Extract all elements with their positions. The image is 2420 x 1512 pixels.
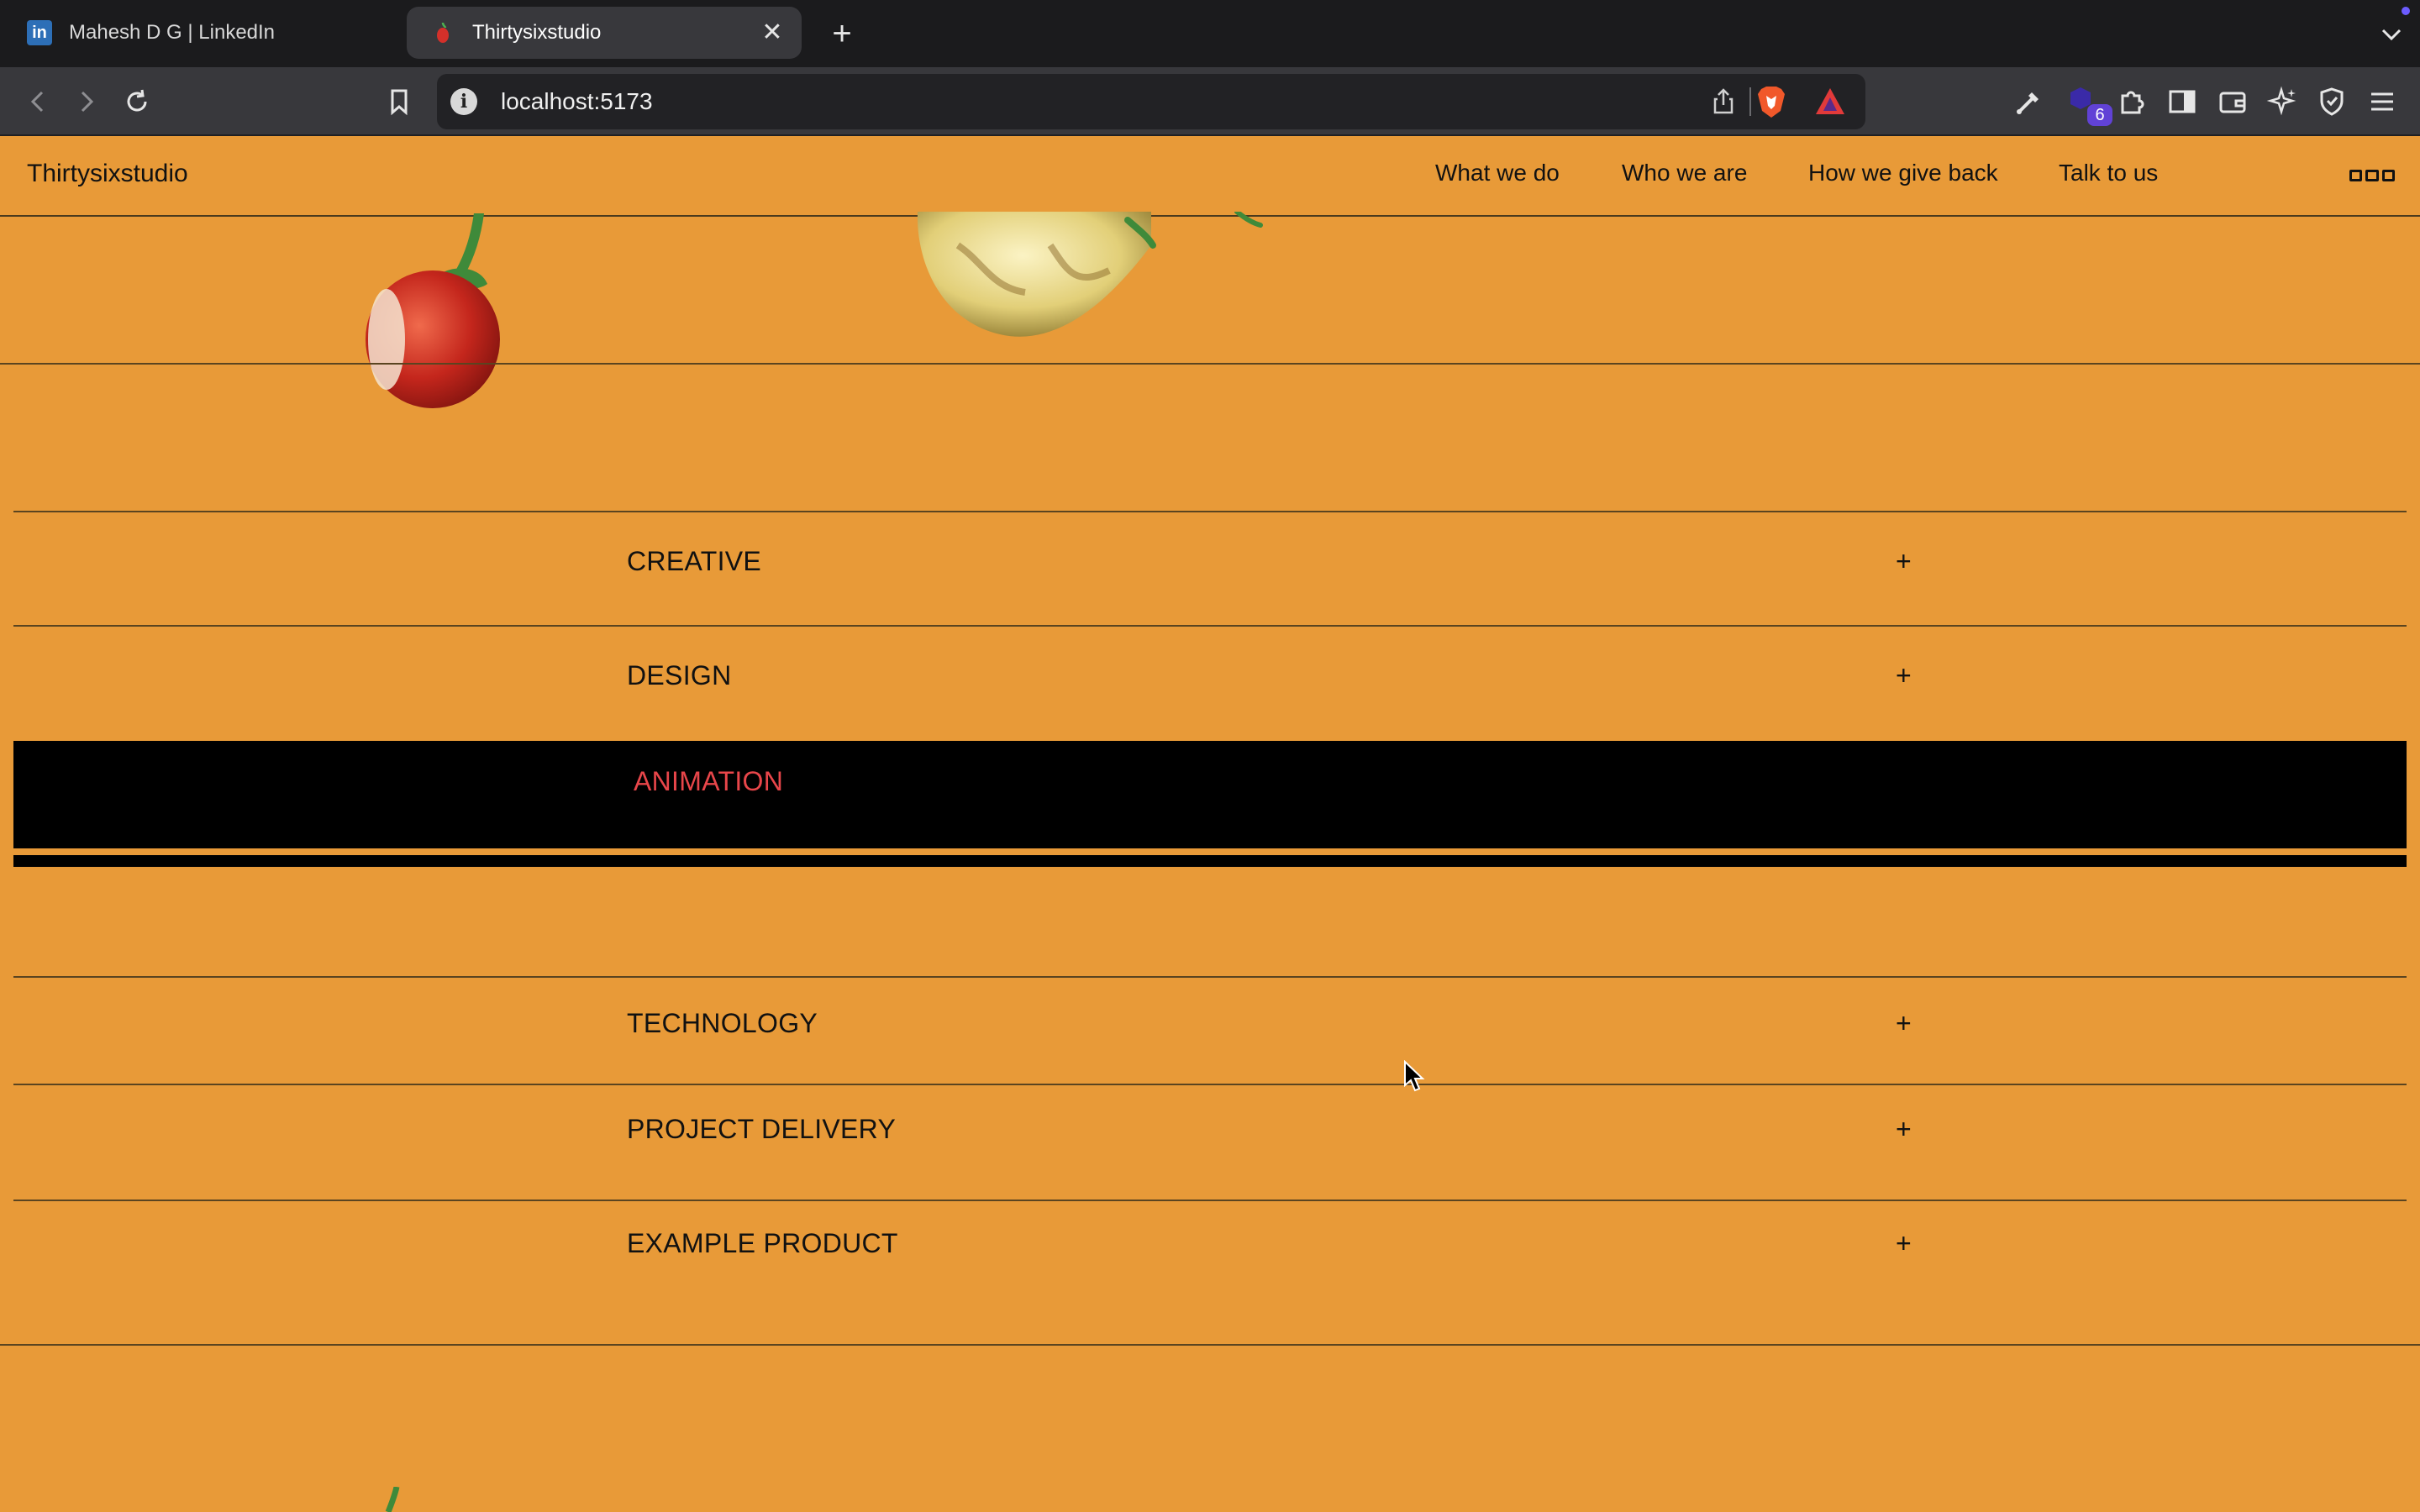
chili-icon xyxy=(430,20,455,45)
accordion-label: EXAMPLE PRODUCT xyxy=(627,1228,898,1258)
grid-line xyxy=(0,363,2420,365)
new-tab-button[interactable]: + xyxy=(823,15,860,52)
accordion-item-creative[interactable]: CREATIVE + xyxy=(13,512,2407,625)
accordion-label: CREATIVE xyxy=(627,546,762,576)
accordion-item-animation[interactable]: ANIMATION xyxy=(13,741,2407,848)
accordion-item-design[interactable]: DESIGN + xyxy=(13,627,2407,741)
address-bar[interactable]: i localhost:5173 xyxy=(437,74,1865,129)
expand-plus-icon[interactable]: + xyxy=(1896,546,1912,577)
tab-linkedin[interactable]: in Mahesh D G | LinkedIn xyxy=(12,7,398,59)
browser-toolbar: i localhost:5173 6 xyxy=(0,67,2420,136)
notification-dot xyxy=(2402,7,2410,15)
nav-how-we-give-back[interactable]: How we give back xyxy=(1808,160,1998,186)
back-icon[interactable] xyxy=(18,82,57,121)
expand-plus-icon[interactable]: + xyxy=(1896,1114,1912,1145)
site-logo[interactable]: Thirtysixstudio xyxy=(27,160,188,188)
wallet-icon[interactable] xyxy=(2213,82,2252,121)
tab-title: Mahesh D G | LinkedIn xyxy=(69,21,276,44)
red-pepper-illustration xyxy=(366,213,500,408)
nav-who-we-are[interactable]: Who we are xyxy=(1622,160,1747,186)
accordion-item-technology[interactable]: TECHNOLOGY + xyxy=(13,978,2407,1084)
tab-title: Thirtysixstudio xyxy=(472,21,602,44)
browser-tab-bar: in Mahesh D G | LinkedIn Thirtysixstudio… xyxy=(0,0,2420,67)
page-viewport: Thirtysixstudio What we do Who we are Ho… xyxy=(0,136,2420,1512)
nav-talk-to-us[interactable]: Talk to us xyxy=(2059,160,2158,186)
extension-hexagon-icon[interactable]: 6 xyxy=(2064,82,2112,126)
site-header: Thirtysixstudio What we do Who we are Ho… xyxy=(0,136,2420,217)
pepper-stem-illustration xyxy=(385,1487,400,1512)
url-text[interactable]: localhost:5173 xyxy=(501,88,653,115)
accordion-item-example-product[interactable]: EXAMPLE PRODUCT + xyxy=(13,1201,2407,1315)
hamburger-menu-icon[interactable] xyxy=(2349,170,2395,181)
accordion-label: DESIGN xyxy=(627,660,732,690)
accordion-label: PROJECT DELIVERY xyxy=(627,1114,897,1144)
separator xyxy=(1749,87,1751,116)
expand-plus-icon[interactable]: + xyxy=(1896,660,1912,691)
leo-ai-icon[interactable] xyxy=(2264,82,2302,121)
close-tab-icon[interactable]: ✕ xyxy=(758,18,786,47)
tab-thirtysixstudio[interactable]: Thirtysixstudio ✕ xyxy=(407,7,802,59)
extensions-puzzle-icon[interactable] xyxy=(2112,82,2151,121)
expand-plus-icon[interactable]: + xyxy=(1896,1008,1912,1039)
eyedropper-icon[interactable] xyxy=(2010,82,2049,121)
accordion-label: TECHNOLOGY xyxy=(627,1008,818,1038)
vpn-shield-icon[interactable] xyxy=(2312,82,2351,121)
tab-list-chevron-icon[interactable] xyxy=(2375,17,2408,50)
linkedin-icon: in xyxy=(27,20,52,45)
brave-rewards-icon[interactable] xyxy=(1813,86,1847,118)
bookmark-icon[interactable] xyxy=(380,82,418,121)
brave-shields-icon[interactable] xyxy=(1754,84,1788,119)
sidebar-icon[interactable] xyxy=(2163,82,2202,121)
reload-icon[interactable] xyxy=(118,82,156,121)
share-icon[interactable] xyxy=(1707,86,1739,118)
browser-menu-icon[interactable] xyxy=(2363,82,2402,121)
site-info-icon[interactable]: i xyxy=(450,88,477,115)
mouse-cursor-icon xyxy=(1404,1060,1425,1092)
expand-plus-icon[interactable]: + xyxy=(1896,1228,1912,1259)
accordion-label: ANIMATION xyxy=(634,766,784,796)
forward-icon[interactable] xyxy=(67,82,106,121)
grid-line xyxy=(0,1344,2420,1346)
accordion-item-project-delivery[interactable]: PROJECT DELIVERY + xyxy=(13,1085,2407,1200)
yellow-pepper-illustration xyxy=(917,212,1263,337)
accordion-active-divider xyxy=(13,855,2407,867)
extension-badge: 6 xyxy=(2087,104,2112,126)
nav-what-we-do[interactable]: What we do xyxy=(1435,160,1560,186)
